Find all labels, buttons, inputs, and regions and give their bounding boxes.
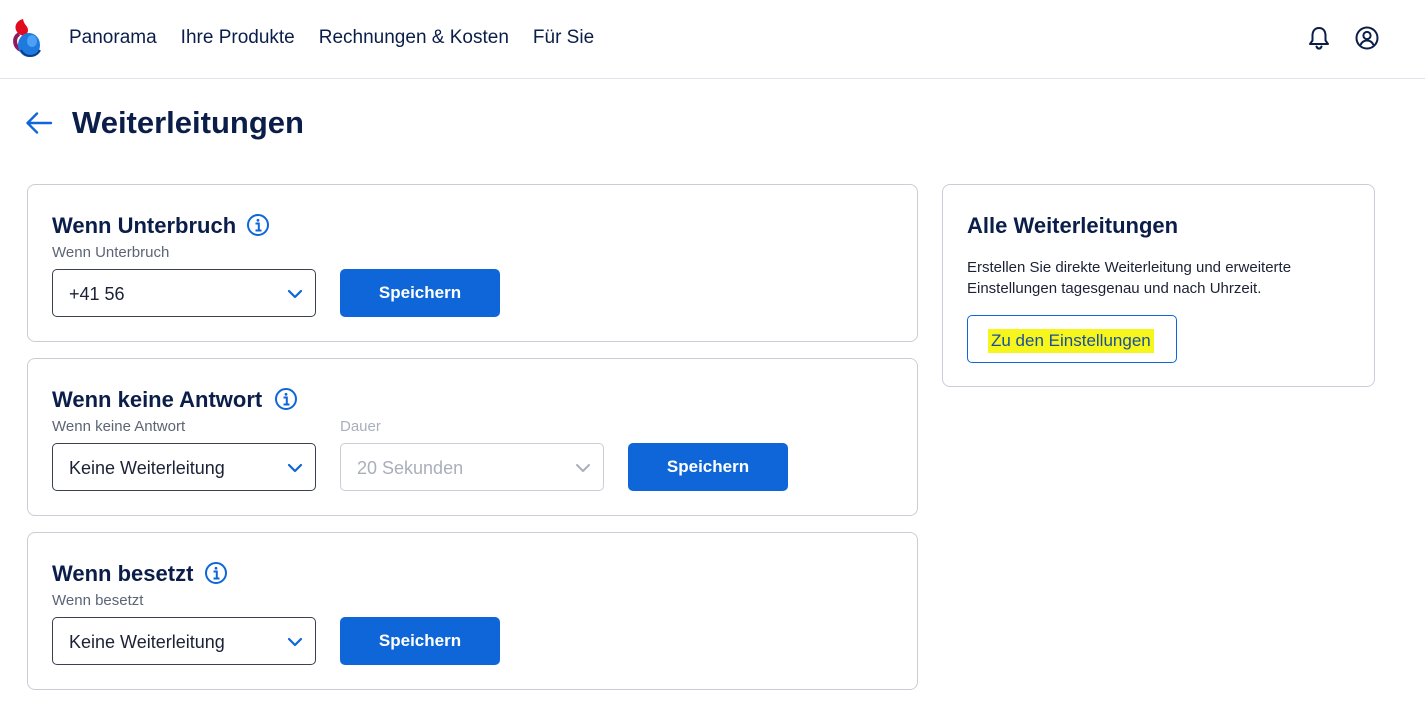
page-title: Weiterleitungen — [72, 105, 304, 140]
swisscom-logo-icon[interactable] — [9, 17, 43, 59]
chevron-down-icon — [576, 464, 590, 472]
bell-icon[interactable] — [1306, 25, 1332, 51]
nav-item-fuer-sie[interactable]: Für Sie — [533, 26, 594, 50]
sidebar-title: Alle Weiterleitungen — [967, 213, 1179, 238]
info-icon[interactable] — [246, 213, 270, 237]
chevron-down-icon — [287, 637, 303, 647]
to-settings-button[interactable]: Zu den Einstellungen — [967, 315, 1177, 363]
unterbruch-number-select[interactable]: +41 56 — [52, 269, 316, 317]
to-settings-label: Zu den Einstellungen — [988, 329, 1154, 353]
top-navigation-bar: Panorama Ihre Produkte Rechnungen & Kost… — [0, 0, 1425, 79]
sidebar-description: Erstellen Sie direkte Weiterleitung und … — [967, 259, 1292, 297]
duration-select: 20 Sekunden — [340, 443, 604, 491]
save-button-besetzt[interactable]: Speichern — [340, 617, 500, 665]
chevron-down-icon — [287, 289, 303, 299]
card-wenn-keine-antwort: Wenn keine Antwort Wenn keine Antwort Ke… — [27, 358, 918, 516]
chevron-down-icon — [287, 463, 303, 473]
main-nav: Panorama Ihre Produkte Rechnungen & Kost… — [69, 26, 594, 50]
duration-label: Dauer — [340, 418, 381, 435]
besetzt-select[interactable]: Keine Weiterleitung — [52, 617, 316, 665]
info-icon[interactable] — [274, 387, 298, 411]
select-value: +41 56 — [69, 284, 125, 304]
card-wenn-unterbruch: Wenn Unterbruch Wenn Unterbruch +41 56 S… — [27, 184, 918, 342]
select-value: 20 Sekunden — [357, 458, 464, 478]
field-label: Wenn besetzt — [52, 592, 144, 609]
select-value: Keine Weiterleitung — [69, 458, 225, 478]
info-icon[interactable] — [204, 561, 228, 585]
nav-item-panorama[interactable]: Panorama — [69, 26, 157, 50]
save-button-keine-antwort[interactable]: Speichern — [628, 443, 788, 491]
nav-item-rechnungen-kosten[interactable]: Rechnungen & Kosten — [319, 26, 509, 50]
user-account-icon[interactable] — [1354, 25, 1380, 51]
select-value: Keine Weiterleitung — [69, 632, 225, 652]
save-button-unterbruch[interactable]: Speichern — [340, 269, 500, 317]
keine-antwort-select[interactable]: Keine Weiterleitung — [52, 443, 316, 491]
nav-item-ihre-produkte[interactable]: Ihre Produkte — [181, 26, 295, 50]
card-title: Wenn Unterbruch — [52, 213, 237, 238]
card-wenn-besetzt: Wenn besetzt Wenn besetzt Keine Weiterle… — [27, 532, 918, 690]
field-label: Wenn keine Antwort — [52, 418, 186, 435]
card-title: Wenn besetzt — [52, 561, 194, 586]
card-alle-weiterleitungen: Alle Weiterleitungen Erstellen Sie direk… — [942, 184, 1375, 387]
field-label: Wenn Unterbruch — [52, 244, 170, 261]
card-title: Wenn keine Antwort — [52, 387, 263, 412]
back-arrow-icon[interactable] — [25, 110, 53, 136]
